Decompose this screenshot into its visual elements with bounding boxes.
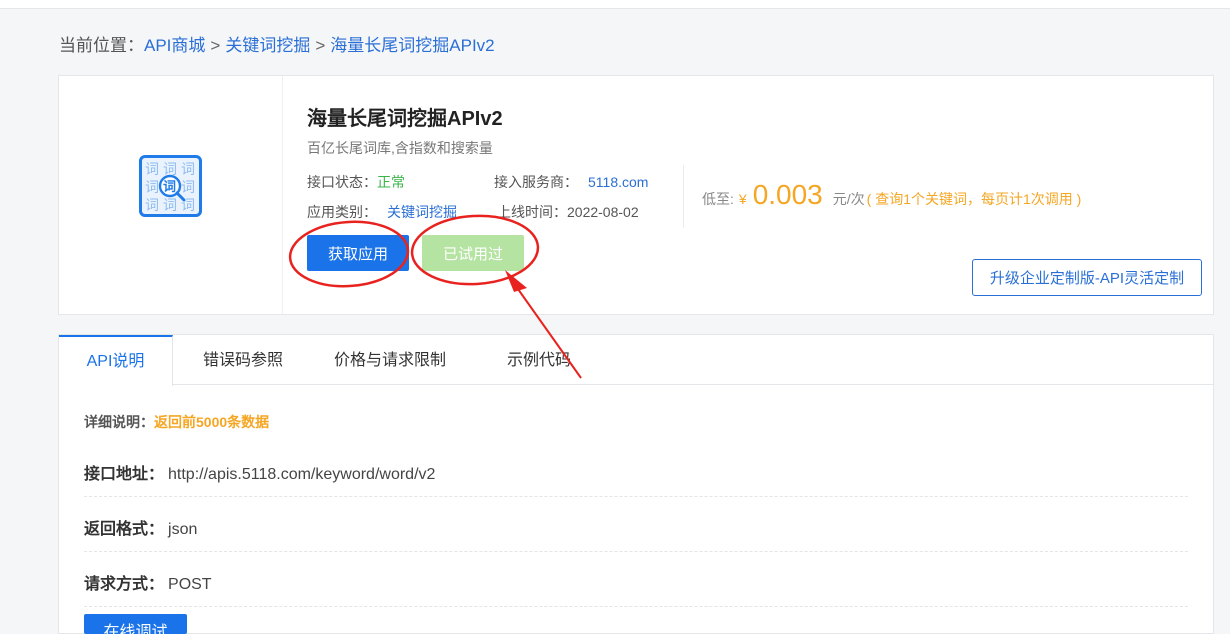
category-label: 应用类别： [307, 204, 377, 220]
price-note: ( 查询1个关键词，每页计1次调用 ) [866, 191, 1082, 207]
breadcrumb-link-keyword-mining[interactable]: 关键词挖掘 [225, 36, 310, 55]
breadcrumb: 当前位置：API商城 > 关键词挖掘 > 海量长尾词挖掘APIv2 [59, 31, 495, 56]
breadcrumb-link-api-mall[interactable]: API商城 [144, 36, 205, 55]
endpoint-label: 接口地址： [84, 466, 165, 483]
format-value: json [168, 521, 198, 538]
breadcrumb-separator: > [315, 36, 326, 55]
online-debug-button[interactable]: 在线调试 [84, 614, 187, 634]
tried-button[interactable]: 已试用过 [422, 235, 524, 271]
tab-sample-code[interactable]: 示例代码 [499, 335, 579, 385]
svg-text:词: 词 [145, 180, 159, 196]
price-currency: ¥ [738, 191, 747, 207]
breadcrumb-link-current[interactable]: 海量长尾词挖掘APIv2 [330, 36, 494, 55]
get-app-button[interactable]: 获取应用 [307, 235, 409, 271]
online-info: 上线时间：2022-08-02 [497, 202, 639, 222]
top-bar [0, 0, 1230, 9]
detail-label: 详细说明： [84, 414, 154, 430]
method-label: 请求方式： [84, 576, 165, 593]
tab-error-codes[interactable]: 错误码参照 [187, 335, 299, 385]
row-divider [84, 496, 1188, 497]
breadcrumb-separator: > [210, 36, 221, 55]
info-divider [683, 165, 684, 228]
price-row: 低至: ¥ 0.003 元/次 ( 查询1个关键词，每页计1次调用 ) [702, 179, 1081, 211]
format-label: 返回格式： [84, 521, 165, 538]
online-value: 2022-08-02 [567, 204, 639, 220]
word-dictionary-icon: 词词词 词词 词词词 词 [139, 155, 202, 217]
status-label: 接口状态： [307, 174, 377, 190]
tabs-panel: API说明 错误码参照 价格与请求限制 示例代码 [58, 334, 1214, 634]
svg-text:词: 词 [145, 162, 159, 178]
status-value: 正常 [377, 174, 405, 190]
svg-text:词: 词 [163, 180, 176, 195]
price-label: 低至: [702, 191, 734, 207]
method-row: 请求方式： POST [84, 570, 212, 594]
method-value: POST [168, 576, 212, 593]
row-divider [84, 606, 1188, 607]
product-title: 海量长尾词挖掘APIv2 [307, 108, 503, 130]
endpoint-value: http://apis.5118.com/keyword/word/v2 [168, 466, 436, 483]
svg-text:词: 词 [163, 198, 177, 214]
price-unit: 元/次 [832, 191, 865, 207]
endpoint-row: 接口地址： http://apis.5118.com/keyword/word/v… [84, 460, 435, 484]
detail-row: 详细说明：返回前5000条数据 [84, 412, 269, 432]
format-row: 返回格式： json [84, 515, 197, 539]
provider-link[interactable]: 5118.com [588, 174, 648, 190]
category-info: 应用类别： 关键词挖掘 [307, 202, 457, 222]
detail-value: 返回前5000条数据 [154, 414, 270, 430]
provider-info: 接入服务商： 5118.com [494, 172, 648, 192]
tab-api-description[interactable]: API说明 [59, 335, 173, 386]
svg-text:词: 词 [181, 180, 195, 196]
tab-pricing-limits[interactable]: 价格与请求限制 [329, 335, 451, 385]
logo-area: 词词词 词词 词词词 词 [59, 76, 283, 314]
provider-label: 接入服务商： [494, 174, 578, 190]
category-link[interactable]: 关键词挖掘 [387, 204, 457, 220]
svg-text:词: 词 [145, 198, 159, 214]
online-label: 上线时间： [497, 204, 567, 220]
upgrade-enterprise-button[interactable]: 升级企业定制版-API灵活定制 [972, 259, 1202, 296]
price-amount: 0.003 [752, 179, 823, 210]
row-divider [84, 551, 1188, 552]
status-info: 接口状态：正常 [307, 172, 405, 192]
svg-text:词: 词 [181, 162, 195, 178]
breadcrumb-prefix: 当前位置： [59, 36, 144, 55]
product-subtitle: 百亿长尾词库,含指数和搜索量 [307, 140, 493, 156]
tab-bar: API说明 错误码参照 价格与请求限制 示例代码 [59, 335, 1213, 386]
